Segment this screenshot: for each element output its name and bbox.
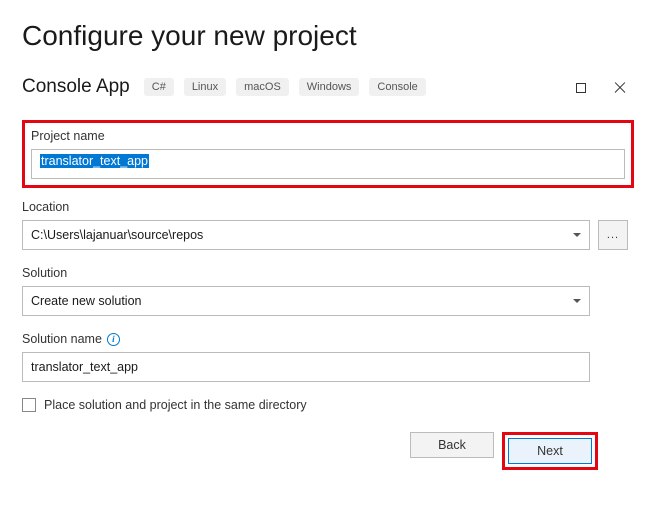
solution-label: Solution bbox=[22, 266, 634, 280]
browse-button[interactable]: ... bbox=[598, 220, 628, 250]
solution-name-label: Solution name i bbox=[22, 332, 634, 346]
solution-name-input[interactable]: translator_text_app bbox=[22, 352, 590, 382]
checkbox-icon[interactable] bbox=[22, 398, 36, 412]
solution-name-section: Solution name i translator_text_app bbox=[22, 332, 634, 382]
project-name-input[interactable]: translator_text_app bbox=[31, 149, 625, 179]
window-controls bbox=[576, 82, 626, 94]
tag-console: Console bbox=[369, 78, 425, 96]
project-type-row: Console App C# Linux macOS Windows Conso… bbox=[22, 76, 634, 98]
maximize-icon[interactable] bbox=[576, 83, 586, 93]
back-button[interactable]: Back bbox=[410, 432, 494, 458]
location-value: C:\Users\lajanuar\source\repos bbox=[31, 228, 203, 242]
close-icon[interactable] bbox=[614, 82, 626, 94]
project-name-label: Project name bbox=[31, 129, 625, 143]
tag-csharp: C# bbox=[144, 78, 174, 96]
location-select[interactable]: C:\Users\lajanuar\source\repos bbox=[22, 220, 590, 250]
next-button[interactable]: Next bbox=[508, 438, 592, 464]
tag-macos: macOS bbox=[236, 78, 289, 96]
same-directory-checkbox-row[interactable]: Place solution and project in the same d… bbox=[22, 398, 634, 412]
location-label: Location bbox=[22, 200, 634, 214]
location-section: Location C:\Users\lajanuar\source\repos … bbox=[22, 200, 634, 250]
tag-windows: Windows bbox=[299, 78, 360, 96]
page-title: Configure your new project bbox=[22, 20, 634, 52]
solution-value: Create new solution bbox=[31, 294, 141, 308]
solution-select[interactable]: Create new solution bbox=[22, 286, 590, 316]
project-type-name: Console App bbox=[22, 76, 130, 98]
solution-section: Solution Create new solution bbox=[22, 266, 634, 316]
same-directory-label: Place solution and project in the same d… bbox=[44, 398, 307, 412]
info-icon[interactable]: i bbox=[107, 333, 120, 346]
project-name-highlight: Project name translator_text_app bbox=[22, 120, 634, 188]
next-button-highlight: Next bbox=[502, 432, 598, 470]
chevron-down-icon bbox=[573, 233, 581, 237]
button-row: Back Next bbox=[22, 432, 634, 470]
tag-linux: Linux bbox=[184, 78, 226, 96]
chevron-down-icon bbox=[573, 299, 581, 303]
